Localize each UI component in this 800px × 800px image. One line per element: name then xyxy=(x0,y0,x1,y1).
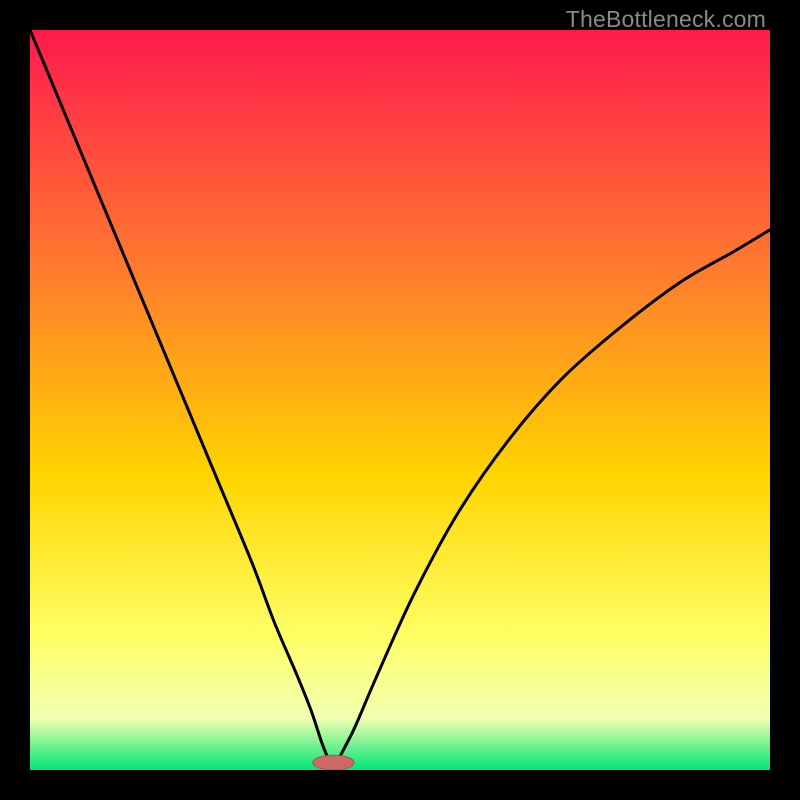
minimum-marker xyxy=(313,755,354,770)
watermark-text: TheBottleneck.com xyxy=(566,6,766,33)
bottleneck-plot xyxy=(30,30,770,770)
plot-background xyxy=(30,30,770,770)
chart-frame xyxy=(30,30,770,770)
